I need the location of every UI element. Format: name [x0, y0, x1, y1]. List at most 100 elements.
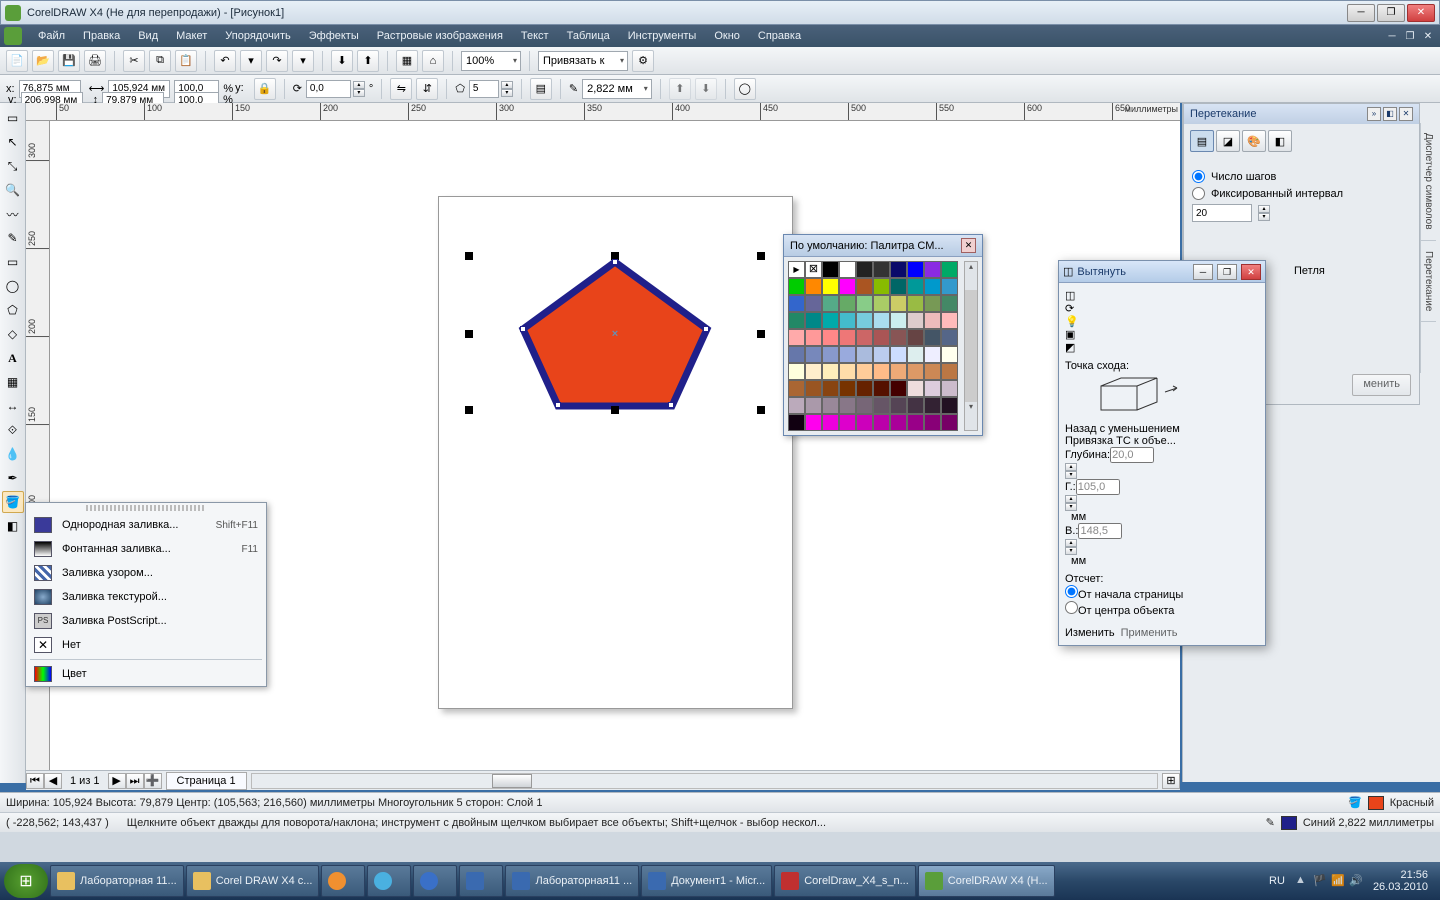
page-last-button[interactable]: ⏭: [126, 773, 144, 789]
new-button[interactable]: 📄: [6, 50, 28, 72]
docker-tab-blend[interactable]: Перетекание: [1421, 241, 1436, 322]
blend-tab-misc[interactable]: ◧: [1268, 130, 1292, 152]
node-bl[interactable]: [555, 402, 561, 408]
cut-button[interactable]: ✂: [123, 50, 145, 72]
palette-swatch[interactable]: [822, 397, 839, 414]
extrude-header[interactable]: ◫ Вытянуть ─ ❐ ✕: [1059, 261, 1265, 283]
extrude-tab-5[interactable]: ◩: [1065, 341, 1259, 354]
palette-swatch[interactable]: [839, 329, 856, 346]
blend-steps-field[interactable]: [1192, 204, 1252, 222]
extrude-v-field[interactable]: [1078, 523, 1122, 539]
palette-scrollbar[interactable]: ▴▾: [964, 261, 978, 431]
blend-tab-accel[interactable]: ◪: [1216, 130, 1240, 152]
menu-arrange[interactable]: Упорядочить: [217, 28, 298, 44]
palette-swatch[interactable]: [907, 414, 924, 431]
palette-swatch[interactable]: [839, 363, 856, 380]
extrude-tab-3[interactable]: 💡: [1065, 315, 1259, 328]
flyout-drag-handle[interactable]: [86, 505, 206, 511]
page-tab-1[interactable]: Страница 1: [166, 772, 247, 790]
sides-field[interactable]: [469, 80, 499, 98]
palette-swatch[interactable]: [873, 278, 890, 295]
palette-swatch[interactable]: [805, 363, 822, 380]
palette-swatch[interactable]: [924, 312, 941, 329]
tray-flag-icon[interactable]: 🏴: [1313, 874, 1327, 888]
palette-swatch[interactable]: [890, 329, 907, 346]
palette-swatch[interactable]: [924, 329, 941, 346]
palette-swatch[interactable]: [873, 312, 890, 329]
fill-chip[interactable]: [1368, 796, 1384, 810]
pentagon-shape[interactable]: ×: [515, 256, 715, 411]
node-left[interactable]: [520, 326, 526, 332]
flyout-pattern[interactable]: Заливка узором...: [26, 561, 266, 585]
options-button[interactable]: ⚙: [632, 50, 654, 72]
palette-swatch[interactable]: [839, 380, 856, 397]
menu-window[interactable]: Окно: [706, 28, 748, 44]
redo-drop[interactable]: ▾: [292, 50, 314, 72]
mirror-v-button[interactable]: ⇵: [416, 78, 438, 100]
palette-swatch[interactable]: [924, 380, 941, 397]
welcome-button[interactable]: ⌂: [422, 50, 444, 72]
palette-swatch[interactable]: [890, 346, 907, 363]
page-add-button[interactable]: ➕: [144, 773, 162, 789]
text-tool[interactable]: A: [2, 347, 24, 369]
doc-restore-button[interactable]: ❐: [1402, 29, 1418, 43]
menu-edit[interactable]: Правка: [75, 28, 128, 44]
doc-minimize-button[interactable]: ─: [1384, 29, 1400, 43]
palette-swatch[interactable]: [839, 414, 856, 431]
zoom-combo[interactable]: 100%: [461, 51, 521, 71]
palette-swatch[interactable]: [839, 278, 856, 295]
palette-swatch[interactable]: [890, 278, 907, 295]
palette-swatch[interactable]: [822, 346, 839, 363]
sel-handle-ml[interactable]: [465, 330, 473, 338]
palette-swatch[interactable]: [873, 295, 890, 312]
maximize-button[interactable]: ❐: [1377, 4, 1405, 22]
palette-swatch[interactable]: [805, 380, 822, 397]
menu-layout[interactable]: Макет: [168, 28, 215, 44]
palette-swatch[interactable]: [788, 295, 805, 312]
smart-fill-tool[interactable]: ✎: [2, 227, 24, 249]
menu-file[interactable]: Файл: [30, 28, 73, 44]
palette-swatch[interactable]: [856, 329, 873, 346]
minimize-button[interactable]: ─: [1347, 4, 1375, 22]
undo-button[interactable]: ↶: [214, 50, 236, 72]
doc-close-button[interactable]: ✕: [1420, 29, 1436, 43]
lang-indicator[interactable]: RU: [1269, 875, 1285, 887]
zoom-tool[interactable]: 🔍: [2, 179, 24, 201]
palette-swatch[interactable]: [941, 346, 958, 363]
print-button[interactable]: 🖨: [84, 50, 106, 72]
extrude-max-button[interactable]: ❐: [1217, 264, 1237, 280]
palette-swatch[interactable]: [873, 261, 890, 278]
extrude-tab-1[interactable]: ◫: [1065, 289, 1259, 302]
palette-nofill[interactable]: ⊠: [805, 261, 822, 278]
palette-swatch[interactable]: [924, 278, 941, 295]
outline-width-combo[interactable]: 2,822 мм: [582, 79, 652, 99]
palette-swatch[interactable]: [873, 380, 890, 397]
palette-swatch[interactable]: [890, 312, 907, 329]
palette-swatch[interactable]: [924, 414, 941, 431]
extrude-tab-2[interactable]: ⟳: [1065, 302, 1259, 315]
palette-header[interactable]: По умолчанию: Палитра СМ... ✕: [784, 235, 982, 257]
wrap-text-button[interactable]: ▤: [530, 78, 552, 100]
app-launcher-button[interactable]: ▦: [396, 50, 418, 72]
menu-effects[interactable]: Эффекты: [301, 28, 367, 44]
close-button[interactable]: ✕: [1407, 4, 1435, 22]
palette-swatch[interactable]: [941, 278, 958, 295]
extrude-dialog[interactable]: ◫ Вытянуть ─ ❐ ✕ ◫ ⟳ 💡 ▣ ◩ Точка схода: …: [1058, 260, 1266, 646]
shape-tool[interactable]: ↖: [2, 131, 24, 153]
palette-swatch[interactable]: [856, 346, 873, 363]
import-button[interactable]: ⬇: [331, 50, 353, 72]
task-item[interactable]: Лабораторная 11...: [50, 865, 184, 897]
extrude-h-field[interactable]: [1076, 479, 1120, 495]
ref-page-radio[interactable]: [1065, 585, 1078, 598]
hscrollbar[interactable]: [251, 773, 1158, 789]
palette-swatch[interactable]: [907, 295, 924, 312]
blend-tab-color[interactable]: 🎨: [1242, 130, 1266, 152]
copy-button[interactable]: ⧉: [149, 50, 171, 72]
docker-collapse-button[interactable]: »: [1367, 107, 1381, 121]
freehand-tool[interactable]: 〰: [2, 203, 24, 225]
flyout-color[interactable]: Цвет: [26, 662, 266, 686]
blend-tab-steps[interactable]: ▤: [1190, 130, 1214, 152]
task-item[interactable]: [459, 865, 503, 897]
task-item[interactable]: Документ1 - Micr...: [641, 865, 772, 897]
palette-swatch[interactable]: [941, 295, 958, 312]
